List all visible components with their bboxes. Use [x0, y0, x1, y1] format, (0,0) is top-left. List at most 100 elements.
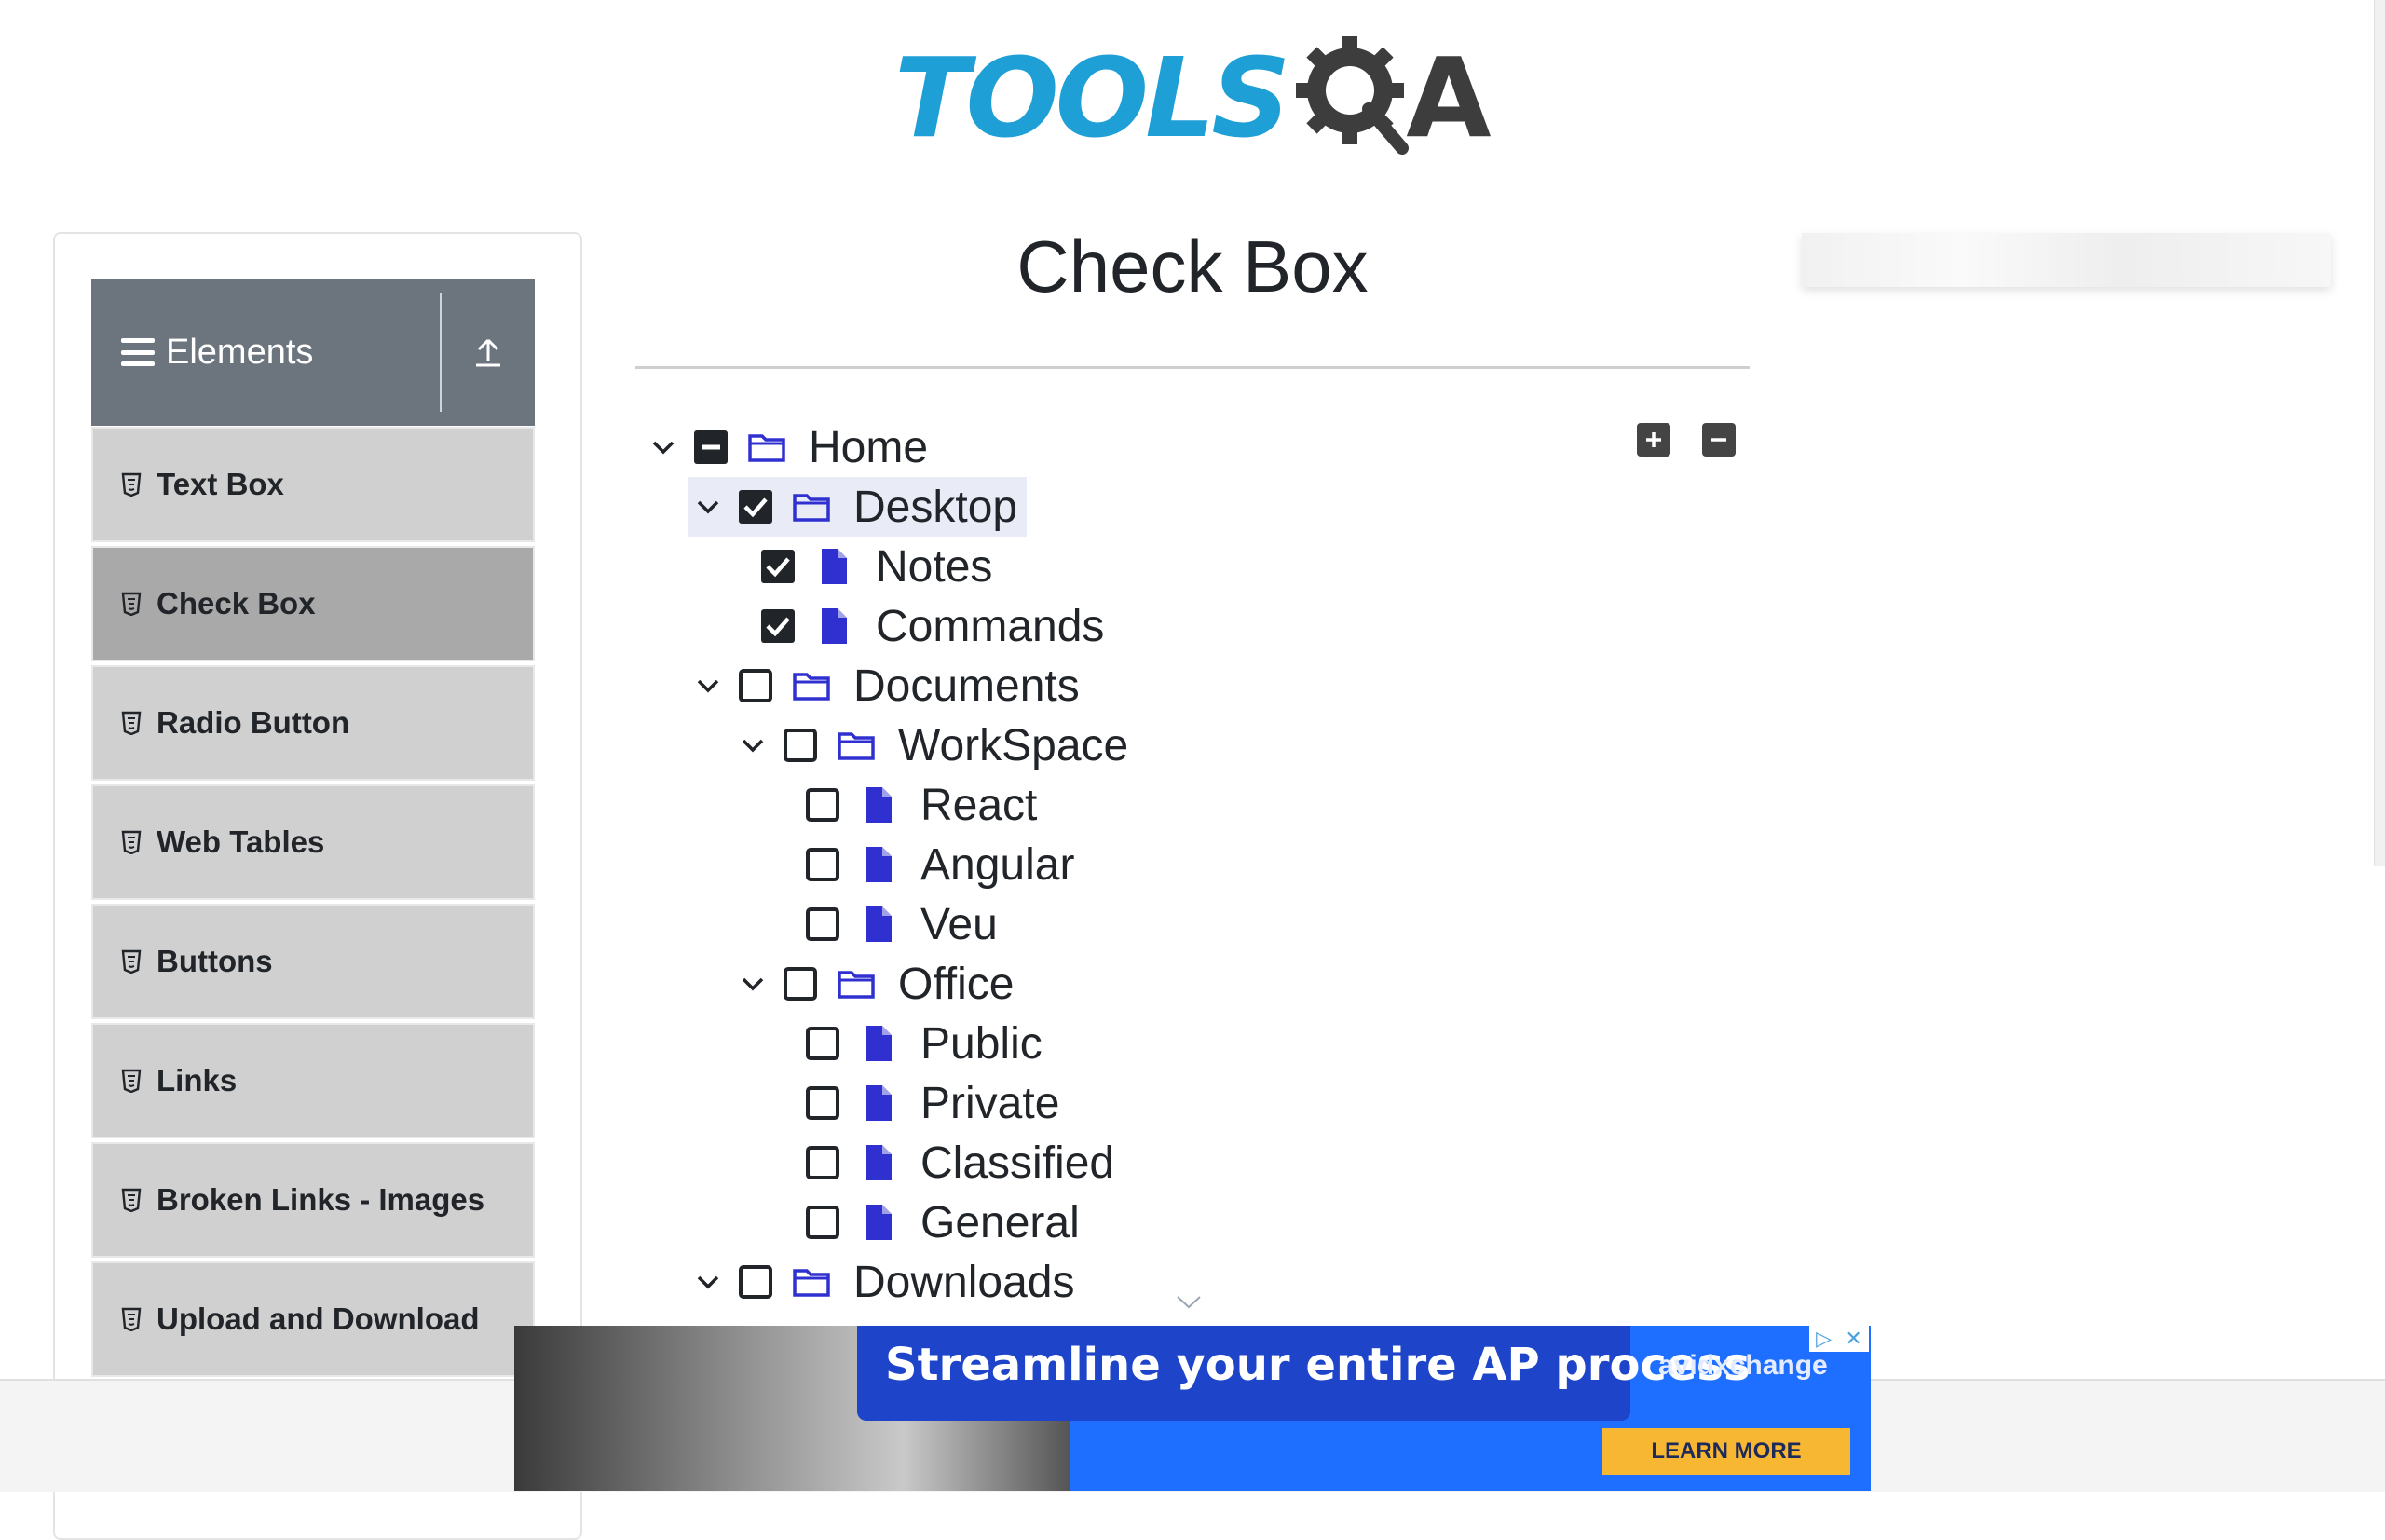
html5-icon	[121, 949, 142, 974]
tree-node-label[interactable]: Home	[809, 422, 928, 473]
tree-node-label[interactable]: Angular	[920, 839, 1074, 891]
minus-square-icon	[1711, 438, 1726, 442]
sidebar-item-label: Web Tables	[157, 825, 325, 859]
tree-node[interactable]: Notes	[760, 537, 992, 596]
sidebar-item[interactable]: Broken Links - Images	[91, 1142, 535, 1258]
tree-node[interactable]: Classified	[805, 1133, 1114, 1192]
tree-node-label[interactable]: Desktop	[853, 482, 1017, 533]
sidebar-item[interactable]: Radio Button	[91, 665, 535, 781]
tree-toggle[interactable]	[643, 427, 684, 468]
group-title-label: Elements	[166, 332, 314, 372]
tree-node-label[interactable]: Public	[920, 1018, 1043, 1070]
right-ad-slot[interactable]	[1802, 233, 2331, 287]
sidebar-item-label: Radio Button	[157, 705, 350, 740]
sidebar-item[interactable]: Text Box	[91, 427, 535, 542]
chevron-down-icon	[697, 679, 719, 693]
checkbox-checked-icon[interactable]	[738, 489, 773, 525]
checkbox-empty-icon[interactable]	[738, 1264, 773, 1300]
tree-node[interactable]: WorkSpace	[732, 715, 1128, 775]
file-icon	[866, 906, 892, 942]
sidebar-item[interactable]: Check Box	[91, 546, 535, 661]
tree-node[interactable]: Documents	[688, 656, 1080, 715]
file-icon	[822, 549, 847, 584]
ad-choices[interactable]: ▷ ✕	[1809, 1326, 1869, 1352]
tree-node-label[interactable]: General	[920, 1197, 1080, 1248]
collapse-all-button[interactable]	[1702, 423, 1736, 457]
checkbox-checked-icon[interactable]	[760, 549, 796, 584]
title-divider	[635, 366, 1750, 369]
ad-headline: Streamline your entire AP process	[885, 1339, 1751, 1391]
tree-node-label[interactable]: Documents	[853, 661, 1080, 712]
expand-all-button[interactable]	[1637, 423, 1670, 457]
tree-node[interactable]: General	[805, 1192, 1080, 1252]
tree-node-label[interactable]: Veu	[920, 899, 998, 950]
tree-node[interactable]: Downloads	[688, 1252, 1074, 1312]
tree-node[interactable]: Veu	[805, 894, 998, 954]
tree-node[interactable]: Angular	[805, 835, 1074, 894]
html5-icon	[121, 1069, 142, 1093]
html5-icon	[121, 1188, 142, 1212]
sidebar-item-label: Text Box	[157, 467, 284, 501]
logo-tools-text: TOOLS	[894, 34, 1290, 162]
tree-node[interactable]: Desktop	[688, 477, 1028, 537]
tree-toggle[interactable]	[688, 665, 729, 706]
sidebar-item[interactable]: Upload and Download	[91, 1261, 535, 1377]
toolsqa-logo[interactable]: TOOLS A	[894, 28, 1500, 168]
folder-icon	[793, 673, 830, 701]
tree-node[interactable]: React	[805, 775, 1037, 835]
tree-node[interactable]: Commands	[760, 596, 1104, 656]
file-icon	[822, 608, 847, 644]
checkbox-empty-icon[interactable]	[805, 1026, 840, 1061]
elements-group-header[interactable]: Elements	[91, 279, 535, 426]
tree-node-label[interactable]: React	[920, 780, 1037, 831]
sidebar-item-label: Check Box	[157, 586, 316, 620]
file-icon	[866, 1026, 892, 1061]
tree-node-label[interactable]: Private	[920, 1078, 1059, 1129]
gear-magnifier-icon	[1296, 36, 1410, 155]
file-icon	[866, 787, 892, 823]
ad-close-icon[interactable]: ✕	[1845, 1327, 1861, 1351]
checkbox-empty-icon[interactable]	[805, 1145, 840, 1180]
checkbox-empty-icon[interactable]	[805, 906, 840, 942]
folder-icon	[793, 1269, 830, 1297]
chevron-down-icon	[742, 739, 764, 753]
html5-icon	[121, 830, 142, 854]
tree-node[interactable]: Private	[805, 1073, 1059, 1133]
checkbox-empty-icon[interactable]	[805, 787, 840, 823]
tree-node-label[interactable]: Notes	[876, 541, 992, 593]
checkbox-partial-icon[interactable]	[693, 429, 729, 465]
ad-banner[interactable]: Streamline your entire AP process avidxc…	[514, 1326, 1871, 1491]
tree-node-label[interactable]: Downloads	[853, 1257, 1074, 1308]
collapse-group-button[interactable]	[442, 279, 535, 426]
page-scrollbar[interactable]	[2374, 0, 2385, 866]
checkbox-empty-icon[interactable]	[738, 668, 773, 703]
ad-learn-more-button[interactable]: LEARN MORE	[1602, 1428, 1850, 1475]
group-title[interactable]: Elements	[91, 333, 440, 373]
sidebar-item[interactable]: Buttons	[91, 904, 535, 1019]
ad-choices-icon[interactable]: ▷	[1816, 1327, 1832, 1351]
tree-toggle[interactable]	[732, 963, 773, 1004]
tree-node-label[interactable]: WorkSpace	[898, 720, 1128, 771]
html5-icon	[121, 1307, 142, 1331]
sidebar-item[interactable]: Web Tables	[91, 784, 535, 900]
sidebar-item[interactable]: Links	[91, 1023, 535, 1138]
folder-icon	[748, 434, 785, 462]
file-icon	[866, 1145, 892, 1180]
tree-node-label[interactable]: Classified	[920, 1138, 1114, 1189]
tree-toggle[interactable]	[688, 486, 729, 527]
tree-toggle[interactable]	[732, 725, 773, 766]
tree-node[interactable]: Office	[732, 954, 1015, 1014]
tree-toggle[interactable]	[688, 1261, 729, 1302]
folder-icon	[838, 971, 875, 999]
checkbox-empty-icon[interactable]	[805, 847, 840, 882]
checkbox-checked-icon[interactable]	[760, 608, 796, 644]
checkbox-empty-icon[interactable]	[783, 728, 818, 763]
sidebar-item-label: Upload and Download	[157, 1302, 480, 1336]
tree-node-label[interactable]: Commands	[876, 601, 1104, 652]
tree-node[interactable]: Public	[805, 1014, 1043, 1073]
tree-node[interactable]: Home	[643, 417, 928, 477]
checkbox-empty-icon[interactable]	[805, 1205, 840, 1240]
tree-node-label[interactable]: Office	[898, 959, 1015, 1010]
checkbox-empty-icon[interactable]	[805, 1085, 840, 1121]
checkbox-empty-icon[interactable]	[783, 966, 818, 1002]
